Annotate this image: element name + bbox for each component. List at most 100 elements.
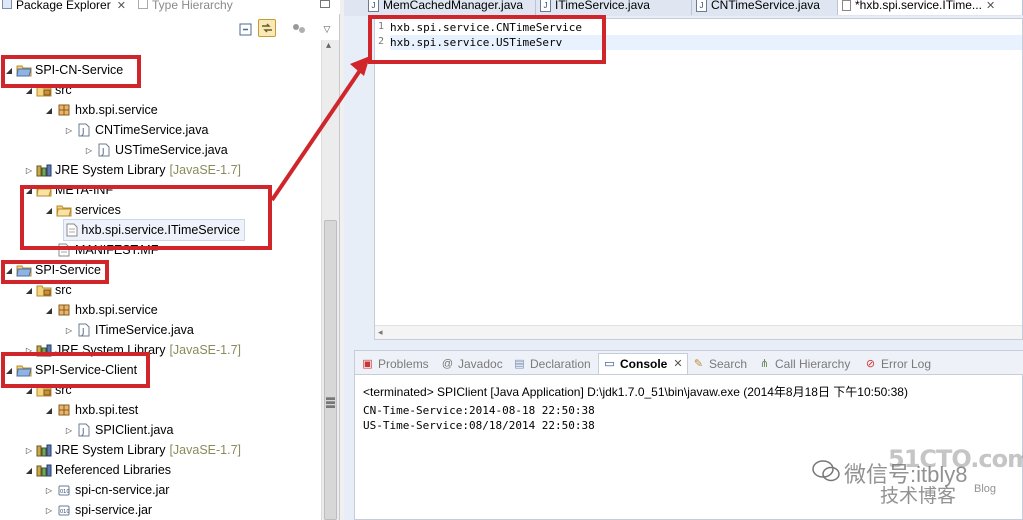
- tab-error-log[interactable]: ⊘ Error Log: [864, 355, 931, 373]
- tree-item[interactable]: ◢ hxb.spi.test: [0, 400, 320, 420]
- tree-item-label: hxb.spi.service: [75, 103, 158, 117]
- scroll-up-icon[interactable]: ▴: [326, 40, 331, 51]
- close-icon[interactable]: ✕: [986, 0, 995, 12]
- scroll-left-icon[interactable]: ◂: [378, 327, 383, 338]
- tree-item[interactable]: ▷ JRE System Library [JavaSE-1.7]: [0, 160, 320, 180]
- watermark: 51CTO.com 微信号:itbly8 技术博客 Blog: [810, 445, 1023, 515]
- svg-text:J: J: [81, 327, 84, 336]
- tab-declaration[interactable]: ▤ Declaration: [513, 355, 591, 373]
- horizontal-scrollbar[interactable]: ◂: [375, 325, 1022, 339]
- java-file-icon: J: [76, 422, 92, 438]
- package-icon: [56, 102, 72, 118]
- tab-label: Declaration: [530, 357, 591, 371]
- expanded-arrow-icon[interactable]: ◢: [44, 106, 54, 115]
- tab-itimeservice[interactable]: J ITimeService.java: [536, 0, 692, 15]
- close-icon[interactable]: ✕: [673, 355, 682, 373]
- text-editor[interactable]: 1 2 hxb.spi.service.CNTimeService hxb.sp…: [374, 18, 1023, 340]
- annotation-box-editor-content: [368, 15, 606, 64]
- library-icon: [36, 462, 52, 478]
- java-file-icon: J: [96, 142, 112, 158]
- tab-javadoc[interactable]: @ Javadoc: [441, 355, 503, 373]
- tree-item[interactable]: ▷ 010 spi-cn-service.jar: [0, 480, 320, 500]
- console-status: <terminated> SPIClient [Java Application…: [363, 385, 908, 399]
- tree-item[interactable]: ▷ J USTimeService.java: [0, 140, 320, 160]
- wechat-logo-icon: [812, 460, 840, 482]
- tab-itimeservice-services-file[interactable]: *hxb.spi.service.ITime... ✕: [838, 0, 1023, 15]
- tab-label: Type Hierarchy: [152, 0, 233, 12]
- tab-label: Call Hierarchy: [775, 357, 851, 371]
- svg-text:J: J: [81, 427, 84, 436]
- svg-text:010: 010: [60, 489, 70, 495]
- close-icon[interactable]: ✕: [117, 0, 126, 12]
- collapsed-arrow-icon[interactable]: ▷: [44, 486, 54, 495]
- tree-item-label: src: [55, 283, 72, 297]
- tab-label: ITimeService.java: [555, 0, 650, 12]
- tab-cntimeservice[interactable]: J CNTimeService.java: [692, 0, 838, 15]
- link-with-editor-icon[interactable]: [258, 19, 276, 37]
- tree-item-label: CNTimeService.java: [95, 123, 209, 137]
- tree-item[interactable]: ◢ Referenced Libraries: [0, 460, 320, 480]
- tree-item-label: hxb.spi.test: [75, 403, 139, 417]
- tree-item-label: ITimeService.java: [95, 323, 194, 337]
- tab-label: Error Log: [881, 357, 932, 371]
- collapsed-arrow-icon[interactable]: ▷: [64, 426, 74, 435]
- scrollbar-thumb[interactable]: [324, 220, 337, 520]
- expanded-arrow-icon[interactable]: ◢: [44, 306, 54, 315]
- collapsed-arrow-icon[interactable]: ▷: [24, 446, 34, 455]
- collapse-all-icon[interactable]: [236, 20, 254, 38]
- package-icon: [56, 302, 72, 318]
- tab-label: Search: [709, 357, 748, 371]
- library-icon: [36, 162, 52, 178]
- console-output-line[interactable]: CN-Time-Service:2014-08-18 22:50:38: [363, 404, 595, 417]
- annotation-box-spi-cn-service: [1, 55, 141, 88]
- collapsed-arrow-icon[interactable]: ▷: [64, 126, 74, 135]
- chevron-down-icon[interactable]: ▽: [318, 20, 336, 38]
- tree-item-label: spi-service.jar: [75, 503, 153, 517]
- tree-item-decoration: [JavaSE-1.7]: [169, 343, 242, 357]
- tab-label: Package Explorer: [16, 0, 111, 12]
- minimize-icon[interactable]: [320, 0, 330, 13]
- tree-item[interactable]: ▷ J CNTimeService.java: [0, 120, 320, 140]
- tree-item[interactable]: ▷ JRE System Library [JavaSE-1.7]: [0, 440, 320, 460]
- jar-icon: 010: [56, 482, 72, 498]
- vertical-scrollbar[interactable]: ▴ ▬ ▬ ▬: [321, 40, 339, 520]
- svg-text:010: 010: [60, 509, 70, 515]
- tree-item[interactable]: ▷ J ITimeService.java: [0, 320, 320, 340]
- tab-problems[interactable]: ▣ Problems: [361, 355, 428, 373]
- expanded-arrow-icon[interactable]: ◢: [24, 286, 34, 295]
- expanded-arrow-icon[interactable]: ◢: [24, 466, 34, 475]
- problems-icon: ▣: [362, 357, 373, 370]
- annotation-box-spi-service: [1, 260, 109, 284]
- collapsed-arrow-icon[interactable]: ▷: [44, 506, 54, 515]
- annotation-box-spi-service-client: [1, 352, 150, 388]
- view-tab-bar: Package Explorer ✕ Type Hierarchy: [0, 0, 340, 14]
- collapsed-arrow-icon[interactable]: ▷: [64, 326, 74, 335]
- collapsed-arrow-icon[interactable]: ▷: [84, 146, 94, 155]
- tab-console[interactable]: ▭ Console ✕: [598, 353, 688, 374]
- tab-search[interactable]: ✎ Search: [692, 355, 747, 373]
- tab-type-hierarchy[interactable]: Type Hierarchy: [138, 0, 233, 14]
- tree-item[interactable]: ▷ J SPIClient.java: [0, 420, 320, 440]
- tab-label: Console: [620, 357, 668, 371]
- tree-item[interactable]: ◢ hxb.spi.service: [0, 300, 320, 320]
- watermark-blog: Blog: [974, 483, 997, 495]
- annotation-box-services-file: [20, 185, 272, 250]
- tree-item-label: JRE System Library: [55, 443, 166, 457]
- tree-item[interactable]: ▷ 010 spi-service.jar: [0, 500, 320, 520]
- view-menu-icon[interactable]: [290, 20, 308, 38]
- package-explorer-icon: [2, 0, 12, 9]
- java-file-icon: J: [368, 0, 379, 13]
- type-hierarchy-icon: [138, 0, 148, 9]
- expanded-arrow-icon[interactable]: ◢: [44, 406, 54, 415]
- tab-call-hierarchy[interactable]: ⋔ Call Hierarchy: [758, 355, 850, 373]
- scrollbar-grip-icon: ▬ ▬ ▬: [326, 392, 335, 410]
- tree-item-decoration: [JavaSE-1.7]: [169, 163, 242, 177]
- tab-label: CNTimeService.java: [711, 0, 820, 12]
- tab-memcachedmanager[interactable]: J MemCachedManager.java: [364, 0, 536, 15]
- tree-item[interactable]: ◢ hxb.spi.service: [0, 100, 320, 120]
- collapsed-arrow-icon[interactable]: ▷: [24, 166, 34, 175]
- console-output-line[interactable]: US-Time-Service:08/18/2014 22:50:38: [363, 419, 595, 432]
- tree-item-label: hxb.spi.service: [75, 303, 158, 317]
- tab-package-explorer[interactable]: Package Explorer ✕: [2, 0, 126, 14]
- tree-item-decoration: [JavaSE-1.7]: [169, 443, 242, 457]
